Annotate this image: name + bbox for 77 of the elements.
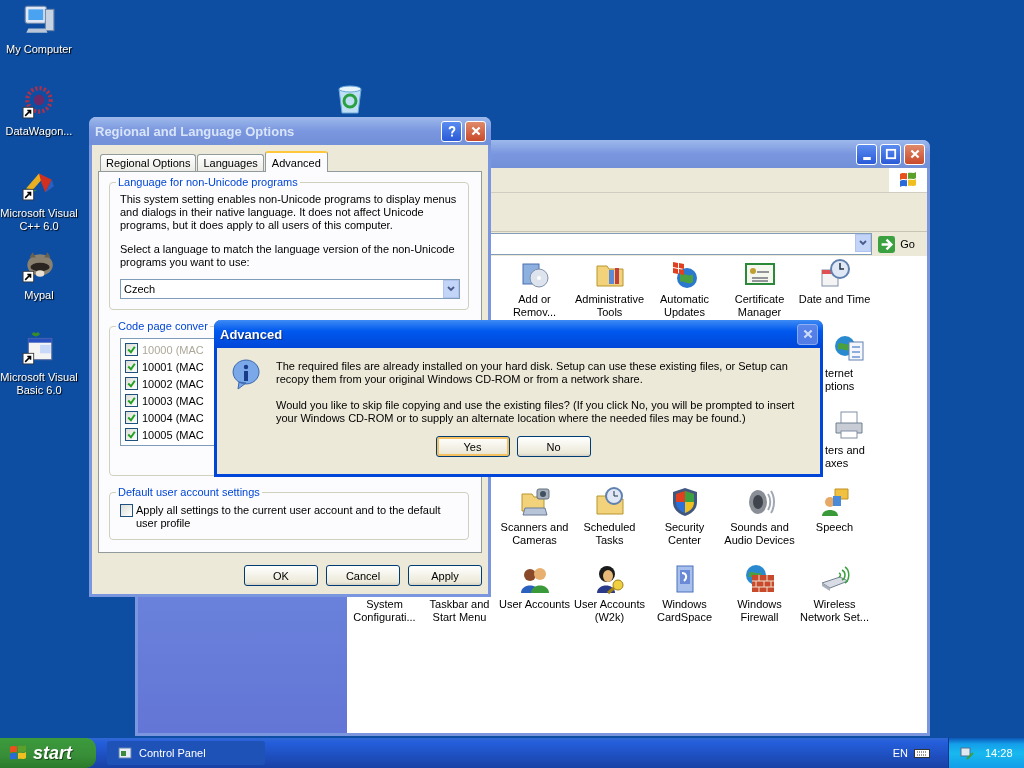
dialog-button[interactable]: Cancel [326, 565, 400, 586]
window-title: Advanced [220, 326, 283, 342]
chevron-down-icon [446, 284, 456, 294]
prompt-text: Select a language to match the language version of the non-Unicode programs you want to use: [120, 243, 456, 269]
network-icon[interactable] [959, 745, 975, 761]
icon-label[interactable]: Microsoft Visual C++ 6.0 [0, 207, 78, 233]
chevron-down-icon [858, 238, 869, 248]
dropdown-button[interactable] [855, 234, 872, 252]
dialog-button[interactable]: No [516, 436, 591, 457]
maximize-icon [884, 148, 897, 160]
control-panel-item[interactable]: Sounds and Audio Devices [724, 521, 795, 547]
control-panel-item[interactable]: User Accounts [499, 598, 570, 611]
checkbox[interactable] [120, 504, 133, 517]
tab[interactable]: Advanced [264, 151, 328, 172]
info-icon [230, 358, 262, 390]
windows-flag-icon [889, 168, 927, 192]
list-item[interactable]: 10005 (MAC [142, 428, 204, 441]
icon-label[interactable]: My Computer [6, 43, 72, 56]
control-panel-item[interactable]: User Accounts (W2k) [574, 598, 645, 624]
group-legend: Language for non-Unicode programs [116, 176, 300, 188]
control-panel-item[interactable]: Wireless Network Set... [799, 598, 870, 624]
control-panel-item[interactable]: Add or Remov... [512, 293, 557, 319]
minimize-icon [862, 156, 871, 160]
checkbox[interactable] [125, 377, 138, 390]
start-button[interactable]: start [0, 738, 96, 768]
scanner-icon [518, 486, 551, 518]
checkbox-label[interactable]: Apply all settings to the current user account and to the default user profile [136, 504, 460, 530]
windows-flag-icon [8, 743, 28, 763]
control-panel-item[interactable]: Certificate Manager [734, 293, 785, 319]
description-text: This system setting enables non-Unicode programs to display menus and dialogs in their native language. It does not affect Unicode programs, but it does apply to all users of this computer. [120, 193, 458, 232]
go-button[interactable]: Go [878, 235, 915, 253]
control-panel-item[interactable]: Date and Time [798, 293, 871, 306]
icon-label[interactable]: Mypal [24, 289, 54, 302]
close-button[interactable] [797, 323, 818, 345]
printer-icon [833, 409, 865, 441]
dialog-button[interactable]: Yes [435, 436, 510, 457]
dialog-button[interactable]: Apply [408, 565, 482, 586]
control-panel-item[interactable]: Scanners and Cameras [500, 521, 569, 547]
checkbox[interactable] [125, 394, 138, 407]
control-panel-item[interactable]: System Configurati... [353, 598, 416, 624]
message-text: The required files are already installed on your hard disk. Setup can use these existing files, or Setup can recopy them from your original Windows CD-ROM or from a network share. [276, 360, 789, 386]
language-indicator[interactable]: EN [892, 747, 908, 759]
control-panel-item[interactable]: Taskbar and Start Menu [429, 598, 490, 624]
window-title: Regional and Language Options [95, 123, 295, 139]
icon-label[interactable]: Microsoft Visual Basic 6.0 [0, 371, 78, 397]
list-item[interactable]: 10002 (MAC [142, 377, 204, 390]
group-legend: Default user account settings [116, 486, 262, 498]
control-panel-item[interactable]: Windows Firewall [737, 598, 782, 624]
brick-wall-icon [743, 563, 776, 595]
checkbox[interactable] [125, 428, 138, 441]
group-legend: Code page conver [116, 320, 210, 332]
close-icon [801, 328, 814, 340]
tab[interactable]: Languages [197, 154, 264, 171]
checkbox[interactable] [125, 411, 138, 424]
list-item[interactable]: 10004 (MAC [142, 411, 204, 424]
tab[interactable]: Regional Options [100, 154, 197, 171]
folder-clock-icon [593, 486, 626, 518]
keyboard-icon[interactable] [914, 747, 930, 759]
control-panel-item[interactable]: Windows CardSpace [656, 598, 712, 624]
control-panel-item[interactable]: Security Center [664, 521, 705, 547]
control-panel-item[interactable]: Administrative Tools [574, 293, 645, 319]
language-dropdown[interactable]: Czech [120, 279, 460, 299]
taskbar-button[interactable]: Control Panel [107, 741, 265, 765]
dialog-button[interactable]: OK [244, 565, 318, 586]
close-icon [908, 148, 921, 160]
window-icon [117, 745, 133, 761]
control-panel-item[interactable]: Automatic Updates [660, 293, 709, 319]
icon-label[interactable]: DataWagon... [5, 125, 73, 138]
checkbox[interactable] [125, 360, 138, 373]
control-panel-item[interactable]: ters and axes [825, 444, 865, 470]
control-panel-item[interactable]: ternet ptions [825, 367, 855, 393]
close-icon [469, 125, 482, 137]
list-item[interactable]: 10001 (MAC [142, 360, 204, 373]
message-text: Would you like to skip file copying and use the existing files? (If you click No, you will be prompted to insert your Windows CD-ROM or to supply an alternate location where the needed files may be found.) [276, 399, 796, 425]
control-panel-item[interactable]: Speech [815, 521, 854, 534]
control-panel-item[interactable]: Scheduled Tasks [583, 521, 636, 547]
list-item[interactable]: 10003 (MAC [142, 394, 204, 407]
